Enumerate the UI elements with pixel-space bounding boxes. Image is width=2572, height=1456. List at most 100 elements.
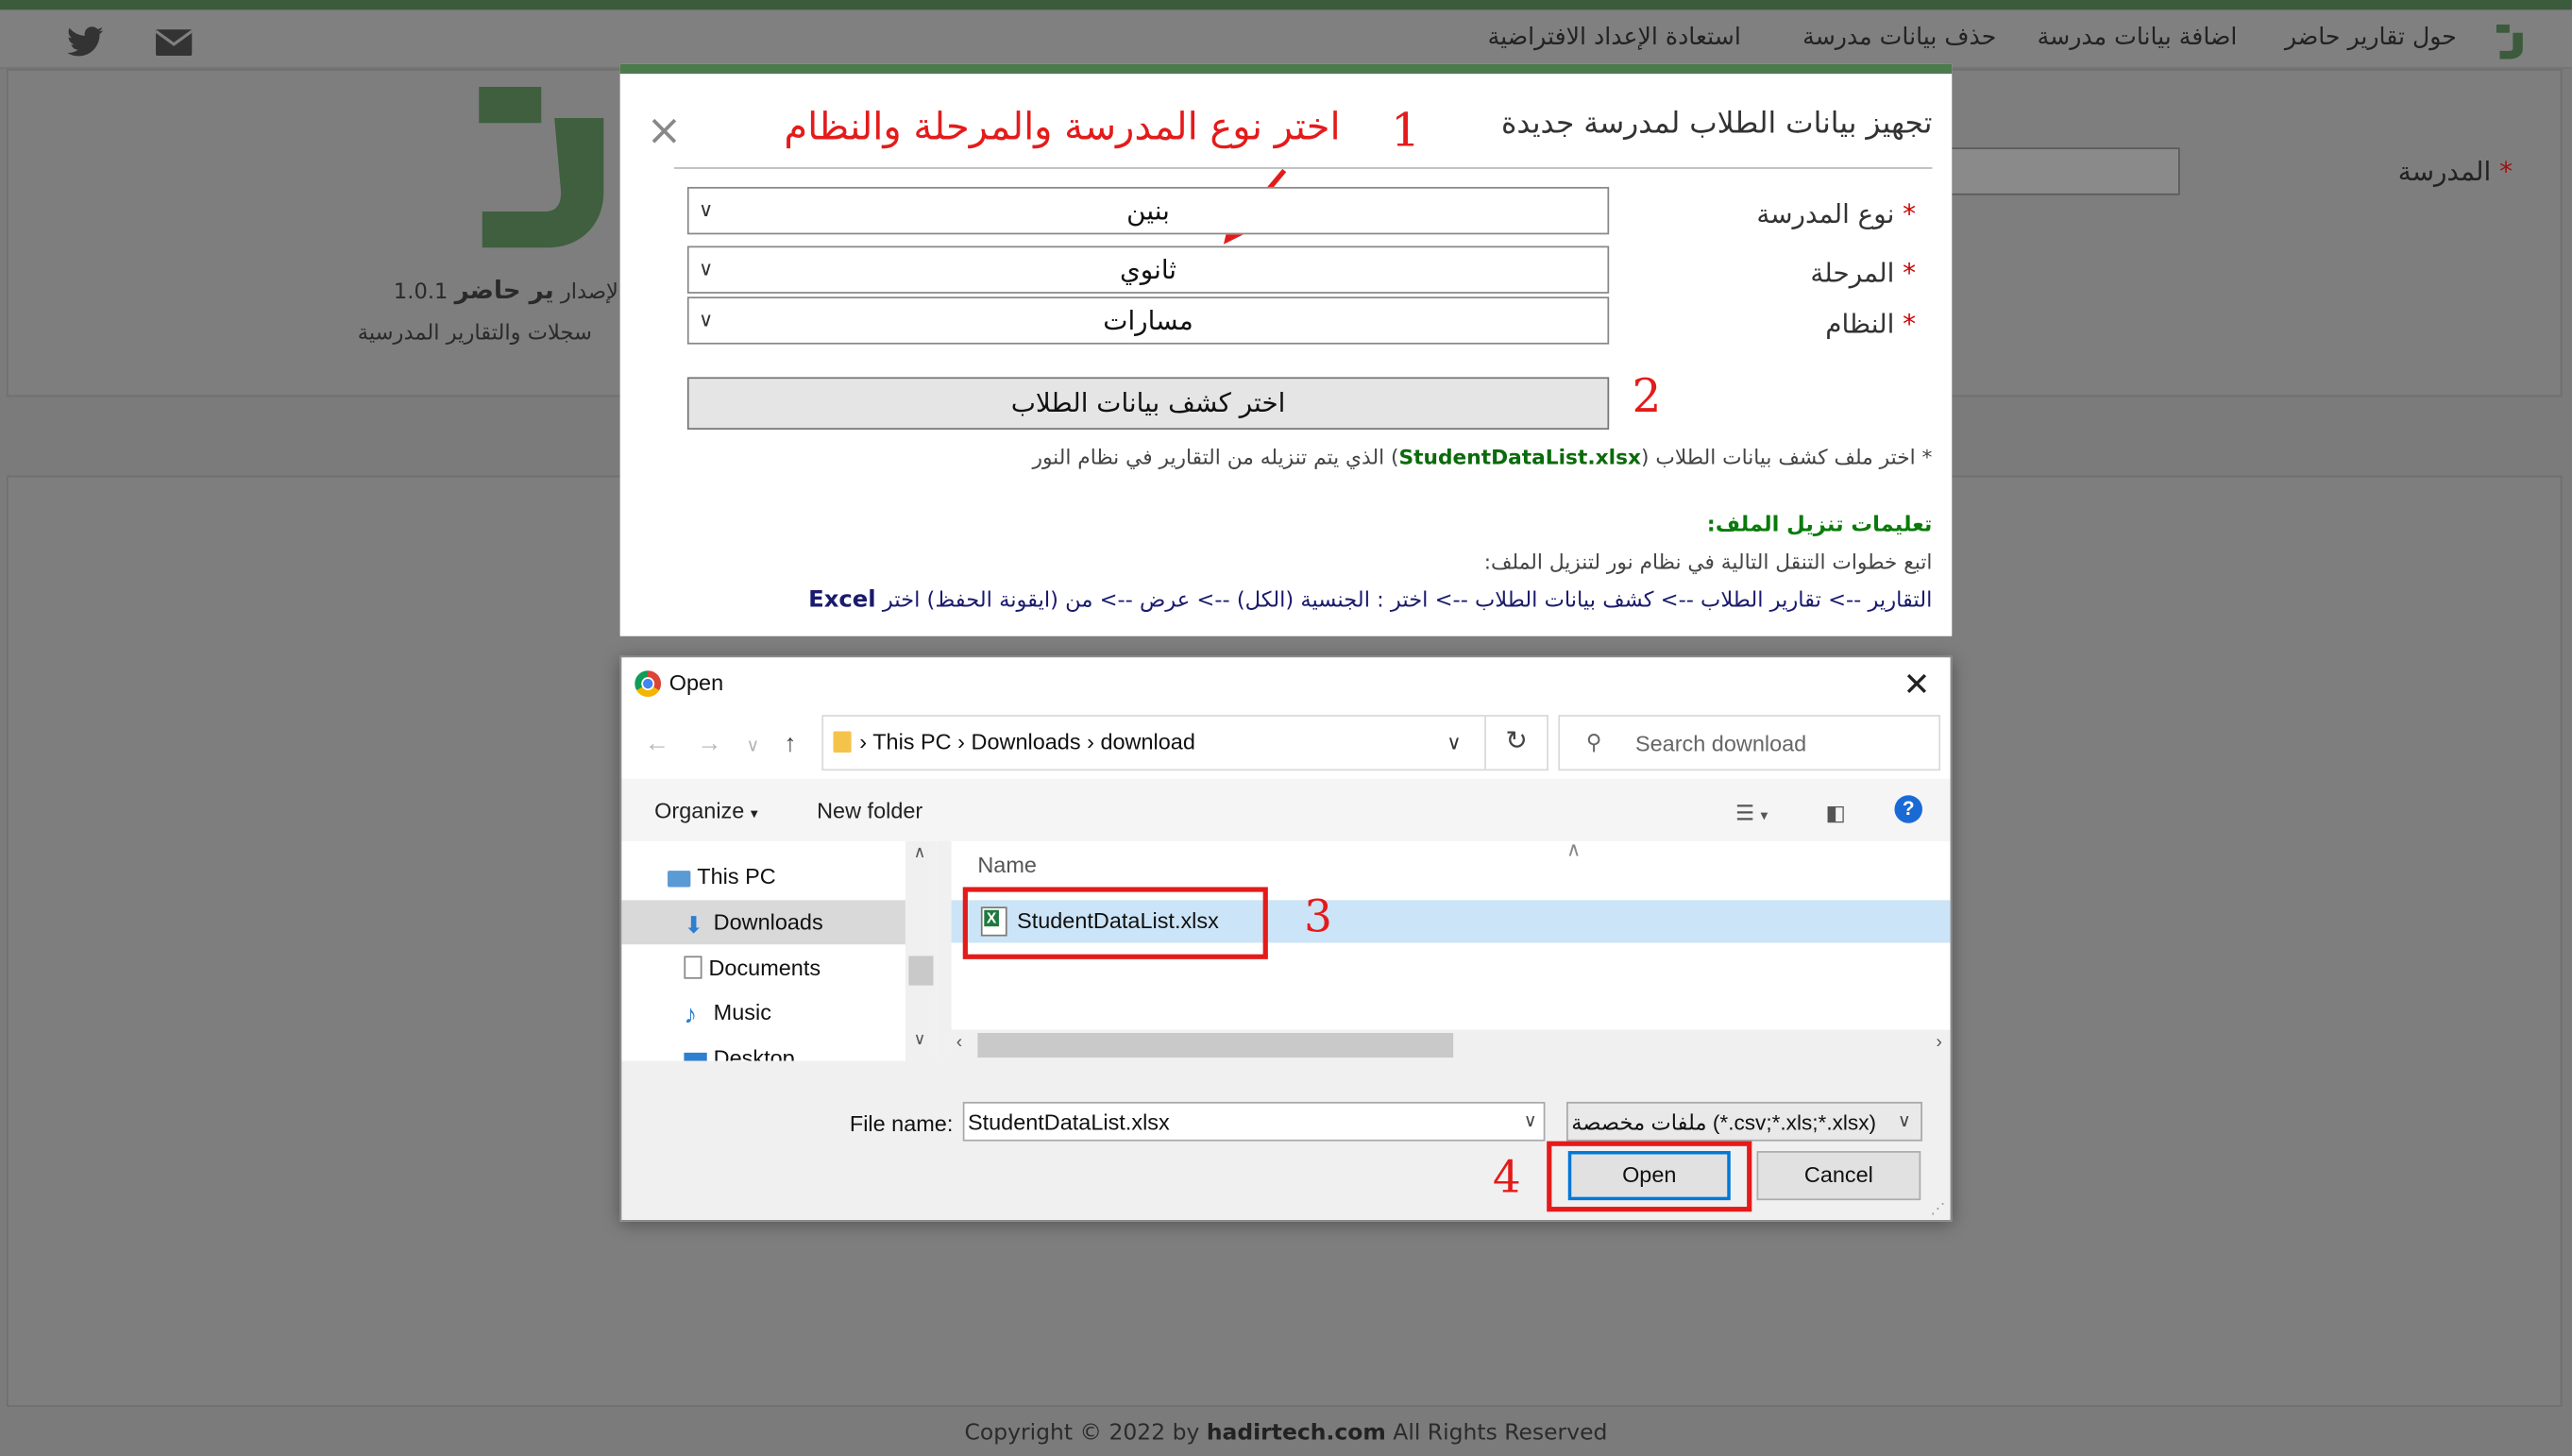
- choose-student-list-button[interactable]: اختر كشف بيانات الطلاب: [686, 377, 1610, 430]
- note-filename: StudentDataList.xlsx: [1398, 444, 1642, 469]
- school-label-text: المدرسة: [2397, 155, 2492, 187]
- cancel-button[interactable]: Cancel: [1756, 1151, 1921, 1201]
- twitter-icon[interactable]: [65, 26, 105, 59]
- chevron-down-icon[interactable]: ∨: [1524, 1110, 1537, 1131]
- nav-delete-school[interactable]: حذف بيانات مدرسة: [1802, 25, 1996, 51]
- file-name-input[interactable]: StudentDataList.xlsx ∨: [962, 1101, 1546, 1142]
- school-type-label-text: نوع المدرسة: [1756, 198, 1895, 230]
- scroll-up-icon[interactable]: ∧: [914, 844, 926, 862]
- breadcrumb-this-pc[interactable]: This PC: [872, 730, 951, 754]
- app-logo-icon[interactable]: [2490, 20, 2530, 62]
- scrollbar-thumb[interactable]: [908, 956, 934, 986]
- navigation-scrollbar[interactable]: ∧ ∨: [905, 840, 937, 1061]
- chevron-down-icon: ∨: [699, 257, 714, 280]
- school-type-select[interactable]: ∨ بنين: [686, 186, 1610, 235]
- nav-add-school[interactable]: اضافة بيانات مدرسة: [2038, 25, 2238, 51]
- refresh-button[interactable]: ↻: [1485, 715, 1548, 771]
- system-value: مسارات: [1103, 304, 1193, 336]
- search-icon: ⚲: [1585, 729, 1602, 754]
- back-arrow-icon[interactable]: ←: [645, 730, 669, 758]
- annotation-box-file: [962, 887, 1268, 959]
- instructions-excel: Excel: [808, 586, 876, 614]
- help-icon[interactable]: ?: [1894, 795, 1922, 823]
- brand-name: ير حاضر: [454, 275, 554, 305]
- required-mark: *: [2499, 155, 2513, 187]
- sort-caret-icon: ∧: [1566, 838, 1582, 861]
- file-note: * اختر ملف كشف بيانات الطلاب (StudentDat…: [1032, 445, 1932, 469]
- tree-label: Downloads: [713, 909, 823, 935]
- tree-item-documents[interactable]: Documents: [684, 956, 821, 980]
- annotation-step2: 2: [1632, 368, 1662, 424]
- chevron-down-icon: ∨: [1897, 1111, 1911, 1132]
- modal-close-button[interactable]: ×: [646, 110, 682, 152]
- modal-divider: [673, 167, 1933, 169]
- new-folder-button[interactable]: New folder: [817, 799, 922, 823]
- annotation-step1-text: اختر نوع المدرسة والمرحلة والنظام: [784, 106, 1341, 150]
- scrollbar-thumb[interactable]: [977, 1032, 1454, 1058]
- brand-logo-icon: [479, 87, 604, 248]
- address-bar[interactable]: › This PC › Downloads › download ∨: [821, 715, 1486, 771]
- instructions-line1: اتبع خطوات التنقل التالية في نظام نور لت…: [1483, 549, 1933, 574]
- tree-item-this-pc[interactable]: This PC: [668, 864, 776, 889]
- annotation-step3: 3: [1304, 891, 1332, 943]
- recent-chevron-icon[interactable]: ∨: [746, 735, 759, 756]
- dialog-titlebar: Open ✕: [621, 657, 1951, 710]
- column-header-name[interactable]: Name: [977, 853, 1037, 877]
- download-arrow-icon: ⬇: [684, 911, 703, 939]
- school-type-value: بنين: [1126, 195, 1170, 227]
- file-type-value: ملفات مخصصة (*.csv;*.xls;*.xlsx): [1571, 1109, 1877, 1135]
- tree-item-music[interactable]: ♪ Music: [684, 1000, 771, 1029]
- preview-pane-icon[interactable]: ◧: [1826, 800, 1846, 826]
- tree-item-downloads[interactable]: ⬇ Downloads: [684, 909, 823, 939]
- annotation-box-open: [1547, 1141, 1752, 1212]
- tree-label: This PC: [697, 864, 776, 889]
- setup-modal: تجهيز بيانات الطلاب لمدرسة جديدة × 1 اخت…: [619, 63, 1953, 636]
- version-label: الإصدار: [560, 279, 625, 305]
- chevron-down-icon[interactable]: ∨: [1447, 731, 1461, 753]
- mail-icon[interactable]: [154, 26, 194, 59]
- footer-copyright: Copyright © 2022 by: [964, 1419, 1207, 1447]
- chrome-icon: [635, 670, 662, 698]
- annotation-step1-number: 1: [1391, 103, 1421, 158]
- scroll-down-icon[interactable]: ∨: [914, 1031, 926, 1049]
- nav-restore-defaults[interactable]: استعادة الإعداد الافتراضية: [1488, 25, 1741, 51]
- forward-arrow-icon[interactable]: →: [697, 730, 721, 758]
- file-list-scrollbar[interactable]: ‹ ›: [951, 1029, 1951, 1061]
- stage-label-text: المرحلة: [1810, 257, 1895, 289]
- file-type-select[interactable]: ملفات مخصصة (*.csv;*.xls;*.xlsx) ∨: [1566, 1101, 1922, 1142]
- up-arrow-icon[interactable]: ↑: [784, 730, 796, 758]
- modal-title: تجهيز بيانات الطلاب لمدرسة جديدة: [1501, 106, 1933, 142]
- chevron-down-icon: ∨: [699, 198, 714, 222]
- scroll-right-icon[interactable]: ›: [1936, 1033, 1941, 1053]
- resize-grip-icon[interactable]: ⋰: [1931, 1200, 1946, 1218]
- required-mark: *: [1903, 308, 1917, 340]
- dialog-navigation-bar: ← → ∨ ↑ › This PC › Downloads › download…: [621, 709, 1951, 779]
- breadcrumb-downloads[interactable]: Downloads: [972, 730, 1081, 754]
- tree-label: Music: [713, 1000, 771, 1025]
- footer-site-link[interactable]: hadirtech.com: [1207, 1420, 1386, 1447]
- organize-label: Organize: [654, 798, 745, 823]
- view-options-icon[interactable]: ☰ ▾: [1735, 800, 1768, 826]
- search-box[interactable]: ⚲ Search download: [1558, 715, 1941, 771]
- system-label-text: النظام: [1825, 308, 1895, 340]
- breadcrumb-download[interactable]: download: [1100, 730, 1194, 754]
- stage-select[interactable]: ∨ ثانوي: [686, 245, 1610, 294]
- file-open-dialog: Open ✕ ← → ∨ ↑ › This PC › Downloads › d…: [619, 655, 1953, 1222]
- tree-item-desktop[interactable]: Desktop: [684, 1046, 795, 1061]
- tree-label: Documents: [708, 956, 821, 981]
- top-navbar: حول تقارير حاضر اضافة بيانات مدرسة حذف ب…: [0, 9, 2572, 69]
- school-input[interactable]: [1935, 147, 2180, 195]
- footer-rights: All Rights Reserved: [1385, 1419, 1608, 1447]
- file-name-value: StudentDataList.xlsx: [967, 1109, 1170, 1135]
- top-accent-bar: [0, 0, 2572, 10]
- folder-icon: [833, 731, 852, 753]
- required-mark: *: [1903, 198, 1917, 230]
- required-mark: *: [1903, 257, 1917, 289]
- organize-button[interactable]: Organize ▾: [654, 799, 758, 823]
- nav-about[interactable]: حول تقارير حاضر: [2285, 25, 2457, 51]
- system-select[interactable]: ∨ مسارات: [686, 296, 1610, 345]
- scroll-left-icon[interactable]: ‹: [956, 1033, 962, 1053]
- instructions-path: التقارير --> تقارير الطلاب --> كشف بيانا…: [882, 588, 1933, 614]
- search-input[interactable]: Search download: [1635, 731, 1806, 755]
- dialog-close-button[interactable]: ✕: [1904, 664, 1931, 704]
